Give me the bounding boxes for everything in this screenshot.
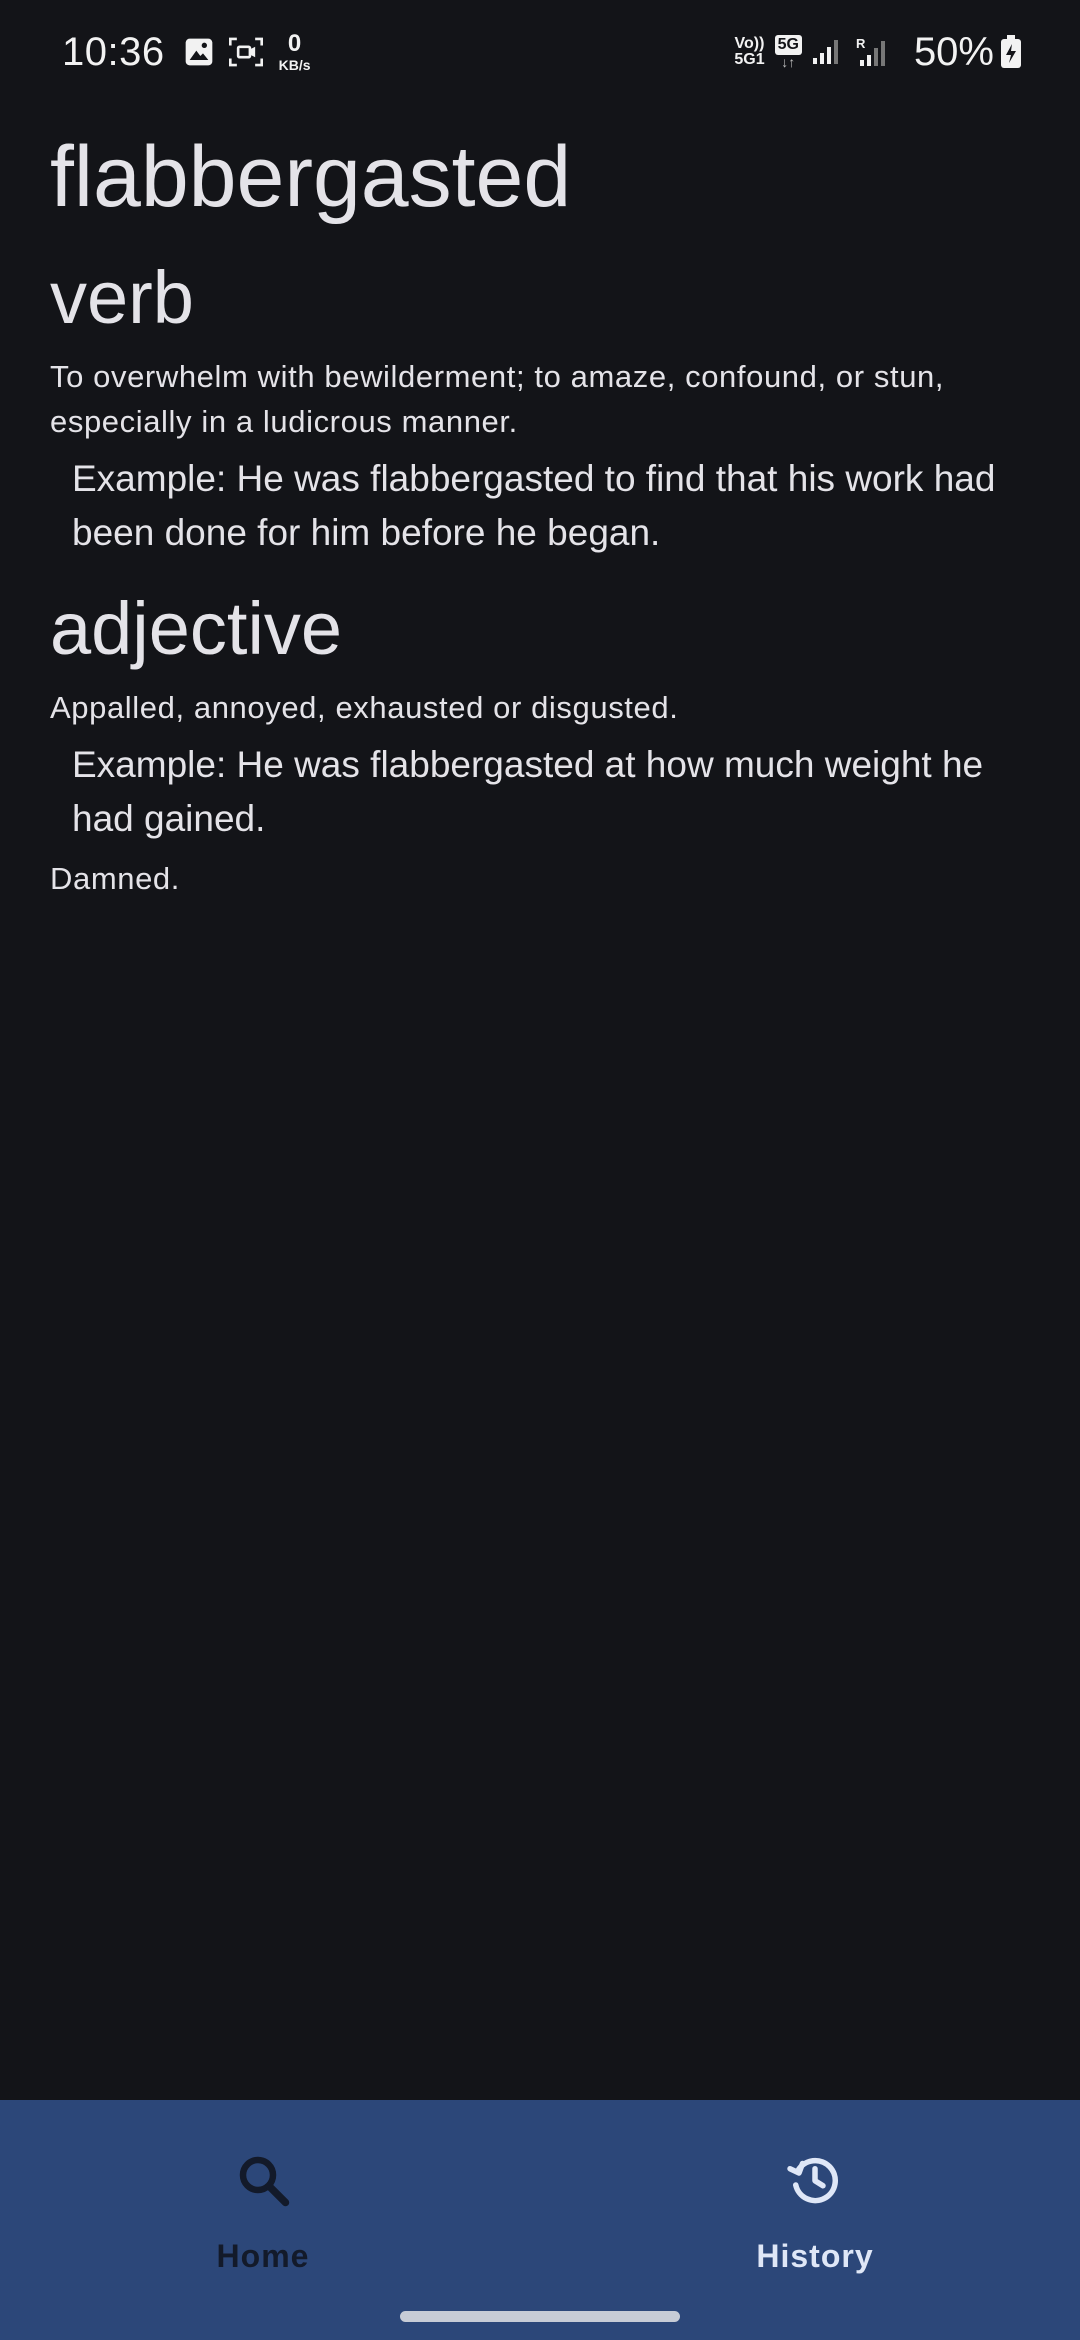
battery-charging-icon xyxy=(1000,35,1022,69)
status-bar: 10:36 0 KB/s Vo)) 5G1 5G ↓↑ R 50% xyxy=(0,0,1080,104)
part-of-speech-heading: adjective xyxy=(50,586,343,670)
definition-content: flabbergasted verb To overwhelm with bew… xyxy=(50,130,1025,901)
signal-roaming-icon: R xyxy=(856,36,890,68)
search-icon xyxy=(233,2150,293,2210)
nav-home-label: Home xyxy=(216,2238,310,2274)
screen-record-icon xyxy=(228,37,263,67)
example-text: Example: He was flabbergasted at how muc… xyxy=(72,744,984,840)
volte-bottom: 5G1 xyxy=(734,51,765,68)
network-type: 5G xyxy=(774,35,802,55)
volte-indicator: Vo)) 5G1 xyxy=(734,36,764,68)
definition-text: Damned. xyxy=(50,861,180,897)
net-speed-unit: KB/s xyxy=(278,57,311,73)
battery-percent: 50% xyxy=(913,29,994,74)
part-of-speech-heading: verb xyxy=(50,255,194,339)
gallery-icon xyxy=(183,36,215,68)
status-right: Vo)) 5G1 5G ↓↑ R 50% xyxy=(734,30,1022,75)
network-type-indicator: 5G ↓↑ xyxy=(774,35,802,70)
bottom-navigation: Home History xyxy=(0,2100,1080,2340)
status-left: 10:36 0 KB/s xyxy=(62,30,311,75)
volte-top: Vo)) xyxy=(734,35,765,52)
definition-text: Appalled, annoyed, exhausted or disguste… xyxy=(50,690,679,726)
history-icon xyxy=(785,2150,845,2210)
network-arrows: ↓↑ xyxy=(781,53,796,70)
status-time: 10:36 xyxy=(62,29,165,74)
net-speed-value: 0 xyxy=(287,30,302,57)
signal-icon xyxy=(812,38,842,66)
net-speed-indicator: 0 KB/s xyxy=(278,30,311,73)
nav-history-button[interactable]: History xyxy=(665,2150,965,2275)
nav-history-label: History xyxy=(756,2238,874,2274)
definition-text: To overwhelm with bewilderment; to amaze… xyxy=(50,358,945,439)
word-title: flabbergasted xyxy=(50,129,572,225)
gesture-navigation-bar[interactable] xyxy=(400,2311,680,2322)
example-text: Example: He was flabbergasted to find th… xyxy=(72,457,996,553)
svg-text:R: R xyxy=(856,36,866,51)
nav-home-button[interactable]: Home xyxy=(113,2150,413,2275)
